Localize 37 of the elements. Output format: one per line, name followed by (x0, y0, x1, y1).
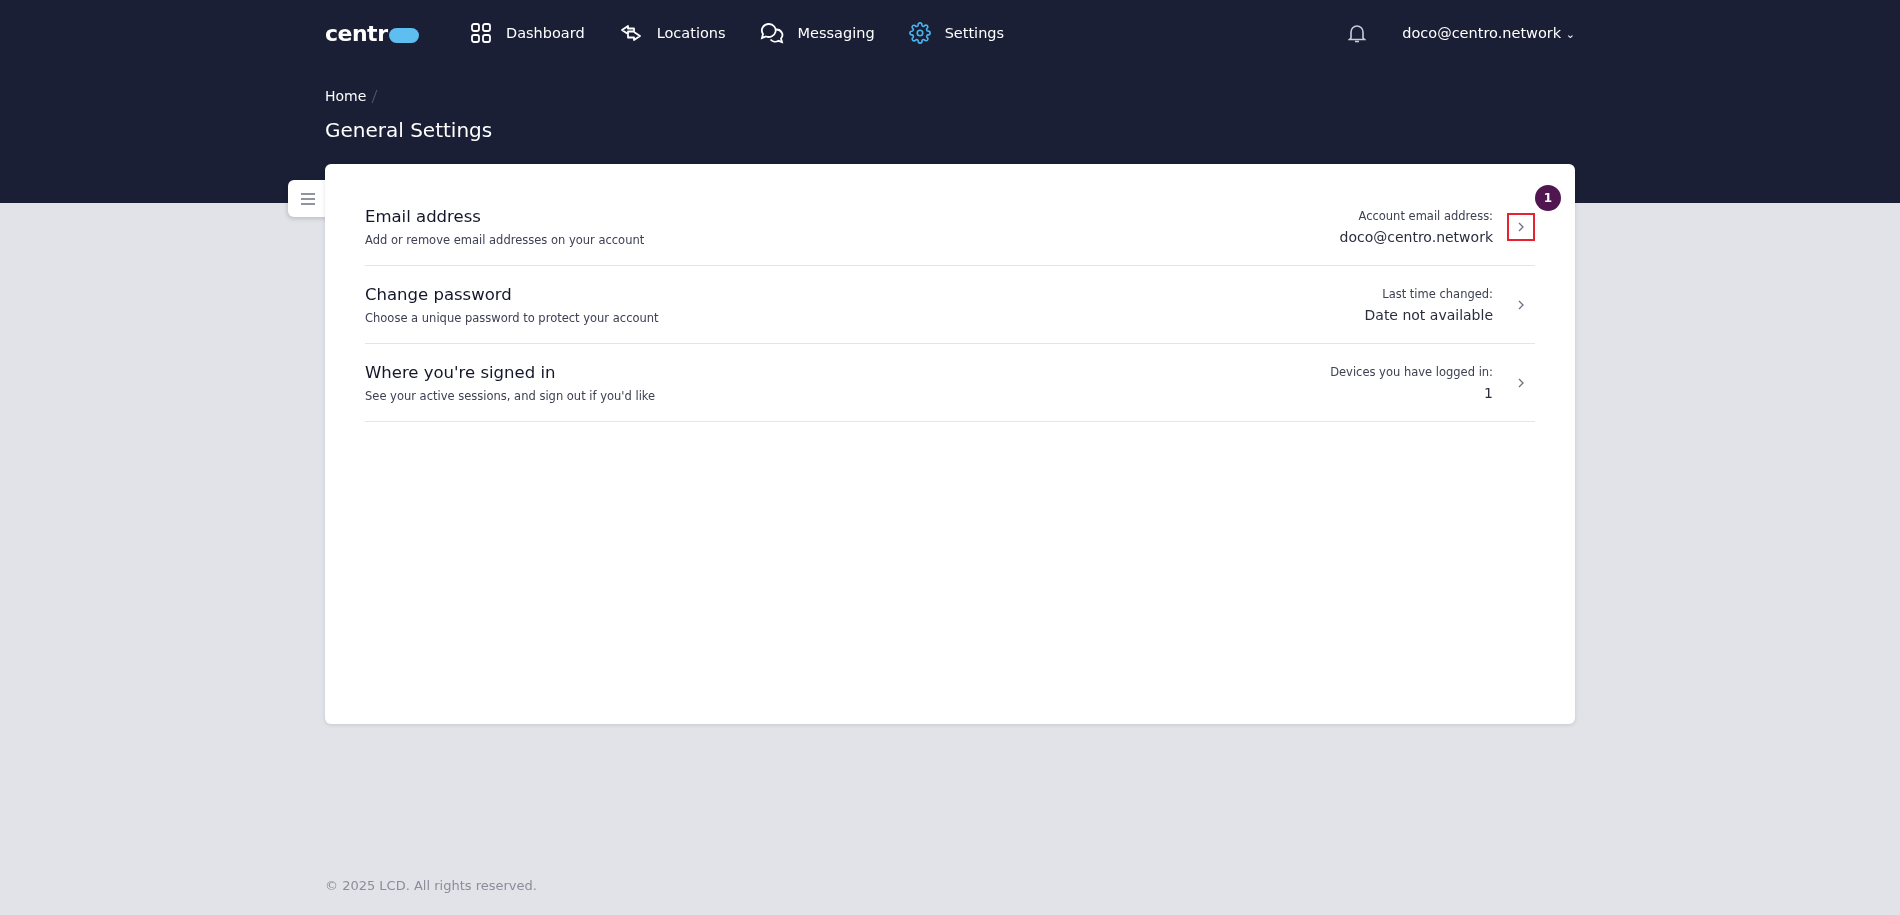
nav-link[interactable]: Settings (908, 22, 1005, 44)
logo-pill-icon (388, 27, 419, 43)
detail-label: Account email address: (1357, 208, 1493, 223)
nav-link[interactable]: Messaging (759, 22, 875, 44)
chevron-right-icon (1518, 221, 1524, 232)
chat-bubbles-icon (759, 22, 784, 44)
chevron-right-icon (1518, 377, 1524, 388)
breadcrumb-link[interactable]: Home (325, 88, 367, 104)
setting-description: Add or remove email addresses on your account (365, 232, 646, 247)
setting-title: Change password (365, 284, 513, 304)
chevron-right-icon (1518, 299, 1524, 310)
detail-label: Devices you have logged in: (1330, 364, 1493, 379)
nav-link[interactable]: Dashboard (470, 22, 585, 44)
settings-icon (908, 22, 931, 44)
nav-link[interactable]: Locations (618, 22, 726, 44)
step-badge: 1 (1535, 185, 1561, 211)
setting-description: See your active sessions, and sign out if you'd like (365, 388, 657, 403)
detail-label: Last time changed: (1381, 286, 1493, 301)
menu-icon (300, 192, 316, 205)
sidebar-toggle[interactable] (288, 180, 328, 217)
setting-description: Choose a unique password to protect your account (365, 310, 660, 325)
logo[interactable]: centr (325, 20, 470, 46)
detail-value: Date not available (1364, 306, 1493, 323)
bell-icon[interactable] (1348, 23, 1367, 43)
arrows-icon (618, 23, 643, 43)
detail-value: doco@centro.network (1339, 228, 1493, 245)
setting-title: Email address (365, 206, 482, 226)
grid-icon (470, 22, 492, 44)
detail-value: 1 (1483, 384, 1493, 401)
copyright-text: © 2025 LCD. All rights reserved. (325, 878, 537, 893)
chevron-button[interactable] (1507, 212, 1535, 241)
settings-row[interactable]: Email address Add or remove email addresses on your account Account email address: doco@centro.network (365, 188, 1535, 266)
settings-row[interactable]: Where you're signed in See your active sessions, and sign out if you'd like Devices you have logged in: 1 (365, 344, 1535, 422)
setting-title: Where you're signed in (365, 362, 557, 382)
settings-row[interactable]: Change password Choose a unique password to protect your account Last time changed: Date not available (365, 266, 1535, 344)
page-title: General Settings (325, 118, 494, 142)
user-menu[interactable]: doco@centro.network ⌄ (1402, 25, 1575, 41)
